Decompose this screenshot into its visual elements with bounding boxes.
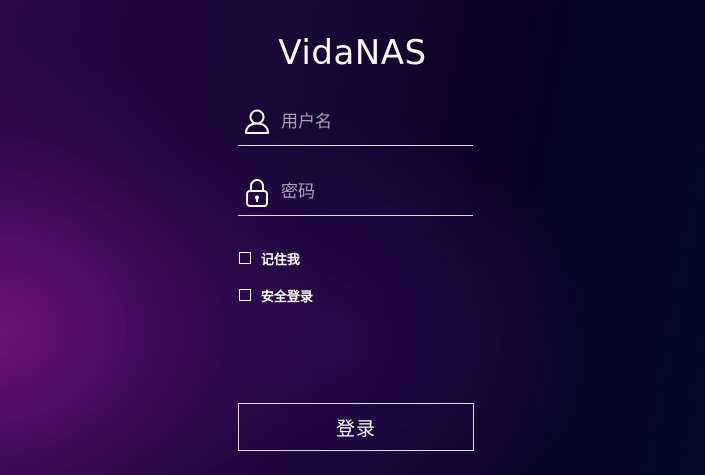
remember-me-checkbox[interactable] bbox=[239, 252, 251, 264]
username-field[interactable] bbox=[238, 108, 473, 146]
remember-me-option[interactable]: 记住我 bbox=[239, 250, 301, 268]
secure-login-checkbox[interactable] bbox=[239, 289, 251, 301]
user-icon bbox=[244, 108, 270, 136]
username-input[interactable] bbox=[281, 108, 466, 136]
remember-me-label: 记住我 bbox=[261, 252, 301, 268]
lock-icon bbox=[244, 178, 270, 207]
password-field[interactable] bbox=[238, 178, 473, 216]
password-input[interactable] bbox=[281, 178, 466, 206]
app-title: VidaNAS bbox=[278, 33, 427, 73]
secure-login-label: 安全登录 bbox=[261, 289, 314, 305]
login-button[interactable]: 登录 bbox=[238, 403, 474, 451]
secure-login-option[interactable]: 安全登录 bbox=[239, 287, 314, 305]
